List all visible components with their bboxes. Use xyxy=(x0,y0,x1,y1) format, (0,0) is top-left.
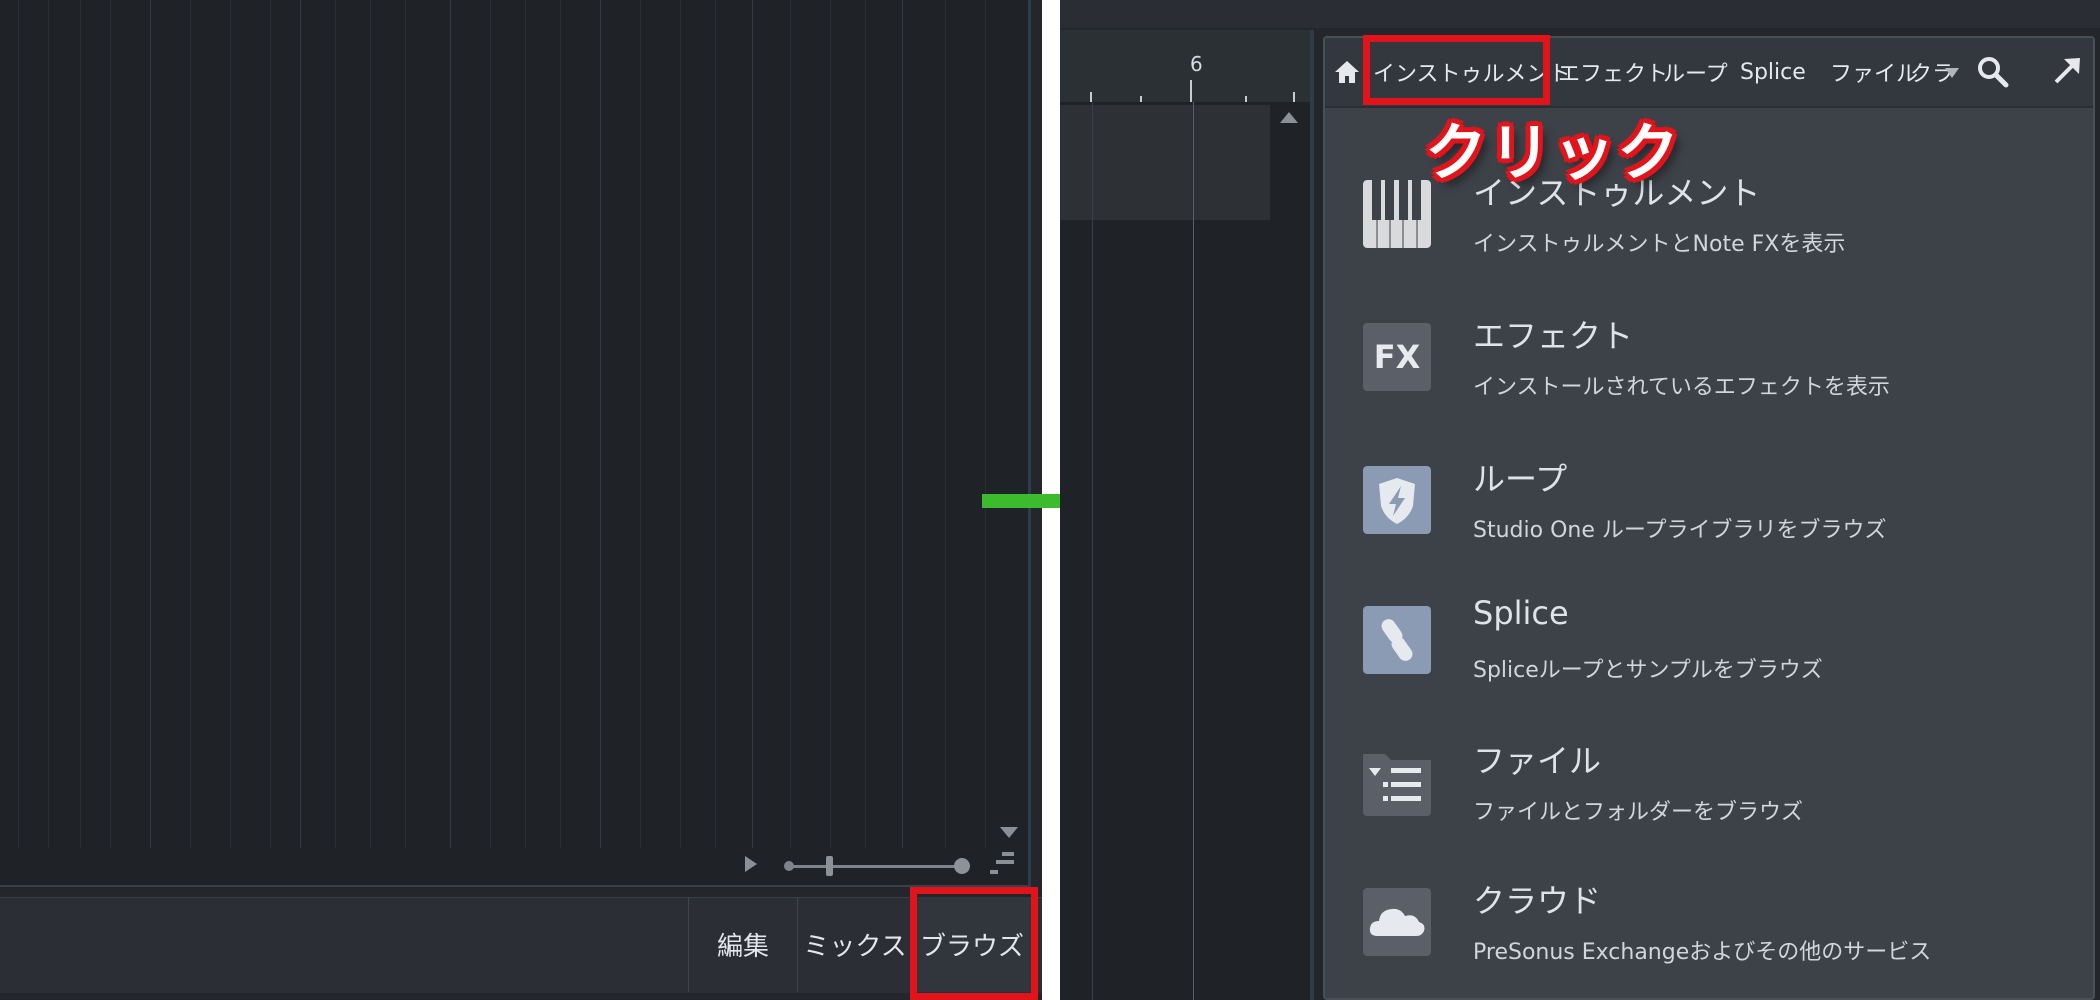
grid-line xyxy=(680,0,681,848)
category-description: Studio One ループライブラリをブラウズ xyxy=(1473,518,1887,543)
loop-shield-icon xyxy=(1363,466,1431,534)
category-description: ファイルとフォルダーをブラウズ xyxy=(1473,800,1804,825)
grid-line xyxy=(600,0,601,848)
grid-line xyxy=(640,0,641,848)
ruler-tick xyxy=(1293,92,1295,102)
grid-line xyxy=(830,0,831,848)
timeline-ruler[interactable]: 6 xyxy=(1060,30,1310,102)
grid-line xyxy=(752,0,753,848)
grid-line xyxy=(230,0,231,848)
category-files[interactable]: ファイル ファイルとフォルダーをブラウズ xyxy=(1325,718,2093,858)
tab-splice[interactable]: Splice xyxy=(1740,38,1806,106)
scroll-down-arrow-icon[interactable] xyxy=(1000,827,1018,838)
cloud-icon xyxy=(1363,888,1431,956)
edit-button[interactable]: 編集 xyxy=(688,897,797,992)
search-icon[interactable] xyxy=(1975,54,2011,90)
grid-line xyxy=(18,0,19,848)
vertical-zoom-icon[interactable] xyxy=(990,852,1016,876)
top-toolbar-strip xyxy=(1060,0,2100,28)
ruler-tick xyxy=(1140,96,1142,102)
grid-line xyxy=(715,0,716,848)
grid-line xyxy=(48,0,49,848)
grid-line xyxy=(300,0,301,848)
click-annotation-label: クリック xyxy=(1425,116,1682,189)
grid-line xyxy=(405,0,406,848)
grid-line xyxy=(902,0,903,848)
expand-arrow-icon[interactable] xyxy=(2050,54,2084,88)
category-effects[interactable]: FX エフェクト インストールされているエフェクトを表示 xyxy=(1325,293,2093,433)
piano-keys-icon xyxy=(1363,180,1431,248)
browse-button-highlight xyxy=(910,887,1038,1000)
grid-line xyxy=(560,0,561,848)
category-description: PreSonus Exchangeおよびその他のサービス xyxy=(1473,940,1932,965)
grid-line xyxy=(270,0,271,848)
grid-line xyxy=(865,0,866,848)
ruler-bar-number: 6 xyxy=(1190,52,1203,76)
play-icon[interactable] xyxy=(745,856,757,872)
grid-line xyxy=(110,0,111,848)
left-screenshot: 編集 ミックス ブラウズ xyxy=(0,0,1042,1000)
category-title: クラウド xyxy=(1473,882,1602,920)
tab-effects[interactable]: エフェクト xyxy=(1558,38,1668,106)
grid-line xyxy=(985,0,986,848)
tab-files[interactable]: ファイル xyxy=(1830,38,1918,106)
arrange-view[interactable] xyxy=(0,0,1031,887)
zoom-slider-track[interactable] xyxy=(788,865,964,868)
category-title: ファイル xyxy=(1473,742,1602,780)
ruler-tick xyxy=(1245,96,1247,102)
category-title: Splice xyxy=(1473,594,1569,632)
grid-line xyxy=(1092,102,1093,1000)
grid-line xyxy=(450,0,451,848)
home-icon[interactable] xyxy=(1333,38,1361,106)
zoom-slider-handle[interactable] xyxy=(826,856,833,876)
fx-icon: FX xyxy=(1363,323,1431,391)
category-cloud[interactable]: クラウド PreSonus Exchangeおよびその他のサービス xyxy=(1325,858,2093,998)
category-description: インストールされているエフェクトを表示 xyxy=(1473,375,1890,400)
scroll-up-arrow-icon[interactable] xyxy=(1280,112,1298,123)
category-title: エフェクト xyxy=(1473,317,1634,355)
timeline-area[interactable]: 6 xyxy=(1060,30,1314,1000)
grid-line xyxy=(335,0,336,848)
zoom-slider-max-handle[interactable] xyxy=(954,858,970,874)
category-title: ループ xyxy=(1473,460,1568,498)
grid-line xyxy=(150,0,151,848)
tab-overflow-chevron-down-icon[interactable] xyxy=(1945,68,1959,78)
splice-icon xyxy=(1363,606,1431,674)
category-loops[interactable]: ループ Studio One ループライブラリをブラウズ xyxy=(1325,436,2093,576)
grid-line xyxy=(1193,102,1194,1000)
grid-line xyxy=(370,0,371,848)
category-description: インストゥルメントとNote FXを表示 xyxy=(1473,232,1846,257)
grid-line xyxy=(80,0,81,848)
tab-loops[interactable]: ループ xyxy=(1663,38,1728,106)
category-splice[interactable]: Splice Spliceループとサンプルをブラウズ xyxy=(1325,576,2093,716)
grid-line xyxy=(490,0,491,848)
grid-line xyxy=(190,0,191,848)
mix-button[interactable]: ミックス xyxy=(797,897,912,992)
instruments-tab-highlight xyxy=(1363,35,1550,105)
folder-icon xyxy=(1363,754,1431,816)
category-description: Spliceループとサンプルをブラウズ xyxy=(1473,658,1823,683)
ruler-tick xyxy=(1090,92,1092,102)
grid-line xyxy=(790,0,791,848)
zoom-slider-min-icon xyxy=(784,861,794,871)
ruler-tick xyxy=(1190,80,1192,102)
grid-line xyxy=(945,0,946,848)
grid-line xyxy=(525,0,526,848)
